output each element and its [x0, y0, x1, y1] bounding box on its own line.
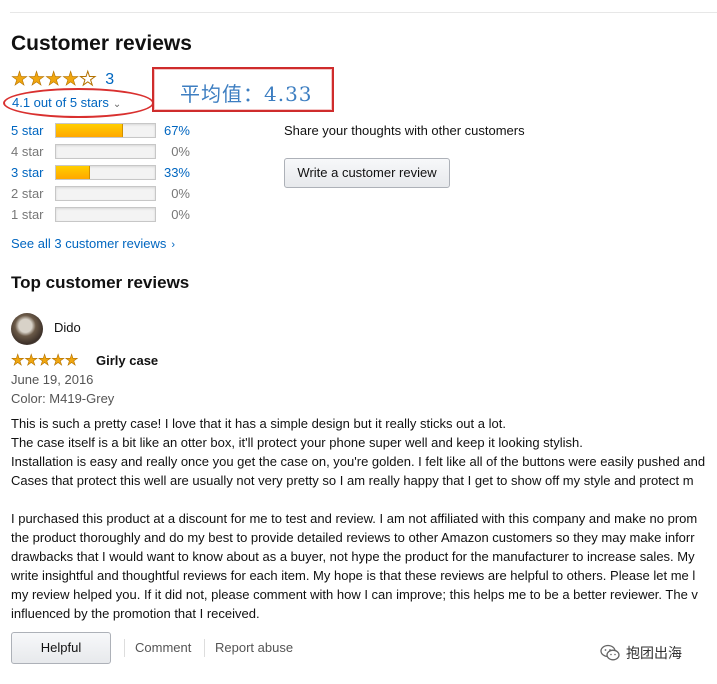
report-abuse-link[interactable]: Report abuse [215, 640, 293, 655]
histogram-fill [56, 123, 124, 137]
histogram-fill [56, 165, 90, 179]
histogram-label: 2 star [11, 185, 44, 201]
star-empty-icon: ★ [79, 69, 97, 90]
share-thoughts-text: Share your thoughts with other customers [284, 123, 525, 138]
reviewer-name[interactable]: Dido [54, 320, 81, 335]
review-date: June 19, 2016 [11, 372, 94, 387]
star-icon: ★ [64, 352, 79, 369]
overall-rating[interactable]: ★ ★ ★ ★ ★ 3 [11, 69, 114, 90]
chevron-right-icon: › [171, 239, 176, 251]
histogram-percent[interactable]: 67% [156, 123, 190, 138]
review-body-line: The case itself is a bit like an otter b… [11, 435, 583, 450]
review-body-line: Cases that protect this well are usually… [11, 473, 694, 488]
histogram-label[interactable]: 5 star [11, 123, 55, 138]
star-icon: ★ [45, 69, 63, 90]
write-review-button[interactable]: Write a customer review [284, 158, 450, 188]
review-body-line: my review helped you. If it did not, ple… [11, 587, 698, 602]
helpful-button[interactable]: Helpful [11, 632, 111, 664]
comment-link[interactable]: Comment [135, 640, 191, 655]
top-reviews-heading: Top customer reviews [11, 273, 190, 292]
star-icon: ★ [37, 352, 52, 369]
review-body-line: drawbacks that I would want to know abou… [11, 549, 695, 564]
histogram-bar [55, 185, 156, 201]
histogram-bar [55, 206, 156, 222]
histogram-percent: 0% [171, 206, 190, 222]
review-body-line: I purchased this product at a discount f… [11, 511, 698, 526]
review-title[interactable]: Girly case [96, 353, 158, 368]
histogram-percent: 0% [171, 143, 190, 159]
review-body-line: influenced by the promotion that I recei… [11, 606, 260, 621]
review-variant[interactable]: Color: M419-Grey [11, 391, 114, 406]
review-body-line: This is such a pretty case! I love that … [11, 416, 506, 431]
reviewer-avatar[interactable] [11, 313, 43, 345]
star-icon: ★ [51, 352, 65, 369]
histogram-percent[interactable]: 33% [156, 165, 190, 180]
histogram-row-3[interactable]: 3 star 33% [11, 163, 190, 181]
histogram-label[interactable]: 3 star [11, 165, 55, 180]
rating-summary-text: 4.1 out of 5 stars [12, 95, 109, 110]
histogram-row-1: 1 star 0% [11, 205, 190, 223]
star-icon: ★ [62, 69, 80, 90]
customer-reviews-heading: Customer reviews [11, 32, 192, 55]
histogram-row-4: 4 star 0% [11, 142, 190, 160]
see-all-reviews-link[interactable]: See all 3 customer reviews › [11, 236, 175, 251]
histogram-label: 4 star [11, 143, 44, 159]
review-body-line: write insightful and thoughtful reviews … [11, 568, 696, 583]
chevron-down-icon: ⌄ [112, 99, 122, 110]
histogram-bar[interactable] [55, 122, 156, 138]
histogram-row-2: 2 star 0% [11, 184, 190, 202]
histogram-bar[interactable] [55, 164, 156, 180]
histogram-row-5[interactable]: 5 star 67% [11, 121, 190, 139]
action-divider [124, 639, 125, 657]
wechat-icon [600, 644, 620, 661]
histogram-percent: 0% [171, 185, 190, 201]
star-icon: ★ [11, 352, 25, 369]
ratings-count-link[interactable]: 3 [105, 71, 114, 89]
rating-summary-link[interactable]: 4.1 out of 5 stars ⌄ [12, 95, 121, 110]
top-divider [10, 12, 717, 13]
star-icon: ★ [11, 69, 29, 90]
review-rating[interactable]: ★ ★ ★ ★ ★ [11, 352, 79, 369]
see-all-reviews-text: See all 3 customer reviews [11, 236, 167, 251]
review-body-line: the product thoroughly and do my best to… [11, 530, 695, 545]
review-body-line: Installation is easy and really once you… [11, 454, 706, 469]
histogram-bar [55, 143, 156, 159]
histogram-label: 1 star [11, 206, 44, 222]
watermark: 抱团出海 [600, 643, 682, 663]
star-icon: ★ [24, 352, 38, 369]
star-icon: ★ [28, 69, 46, 90]
watermark-text: 抱团出海 [626, 645, 682, 661]
annotation-average-text: 平均值：4.33 [180, 82, 313, 106]
action-divider [204, 639, 205, 657]
